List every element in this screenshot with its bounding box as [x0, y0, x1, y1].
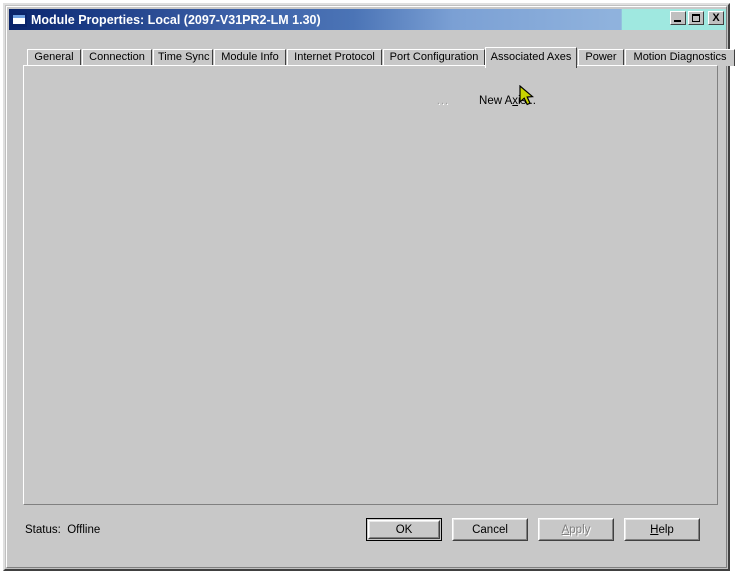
status-value: Offline: [67, 524, 101, 536]
tab-port-configuration[interactable]: Port Configuration: [383, 49, 485, 66]
window-client-area: Module Properties: Local (2097-V31PR2-LM…: [6, 6, 735, 568]
module-icon: [12, 12, 27, 27]
minimize-button[interactable]: [670, 11, 686, 25]
module-properties-window: Module Properties: Local (2097-V31PR2-LM…: [3, 3, 735, 571]
tab-time-sync[interactable]: Time Sync: [153, 49, 213, 66]
help-button[interactable]: Help: [624, 518, 700, 541]
maximize-button[interactable]: [688, 11, 704, 25]
status-bar: Status: Offline: [25, 524, 100, 536]
tab-general[interactable]: General: [27, 49, 81, 66]
status-label: Status:: [25, 524, 61, 536]
close-icon: X: [712, 12, 720, 24]
cancel-button[interactable]: Cancel: [452, 518, 528, 541]
ellipsis-label: ...: [436, 95, 450, 107]
new-axis-label: New Axis...: [479, 94, 536, 107]
tab-internet-protocol[interactable]: Internet Protocol: [287, 49, 382, 66]
screenshot-root: Module Properties: Local (2097-V31PR2-LM…: [0, 0, 737, 579]
tab-strip: General Connection Time Sync Module Info…: [27, 47, 735, 68]
tab-power[interactable]: Power: [578, 49, 624, 66]
apply-label: Apply: [561, 523, 591, 536]
tab-panel-joint: [486, 64, 576, 66]
apply-button[interactable]: Apply: [538, 518, 614, 541]
ok-label: OK: [395, 523, 413, 536]
cancel-label: Cancel: [472, 523, 508, 536]
tab-module-info[interactable]: Module Info: [214, 49, 286, 66]
window-title: Module Properties: Local (2097-V31PR2-LM…: [31, 12, 321, 27]
minimize-icon: [674, 20, 681, 22]
tab-connection[interactable]: Connection: [82, 49, 152, 66]
tab-motion-diagnostics[interactable]: Motion Diagnostics: [625, 49, 735, 66]
maximize-icon: [692, 14, 700, 22]
help-label: Help: [650, 523, 674, 536]
close-button[interactable]: X: [708, 11, 724, 25]
window-controls: X: [668, 11, 724, 25]
associated-axes-panel: [23, 65, 718, 505]
ok-button[interactable]: OK: [366, 518, 442, 541]
title-bar[interactable]: Module Properties: Local (2097-V31PR2-LM…: [9, 9, 726, 30]
